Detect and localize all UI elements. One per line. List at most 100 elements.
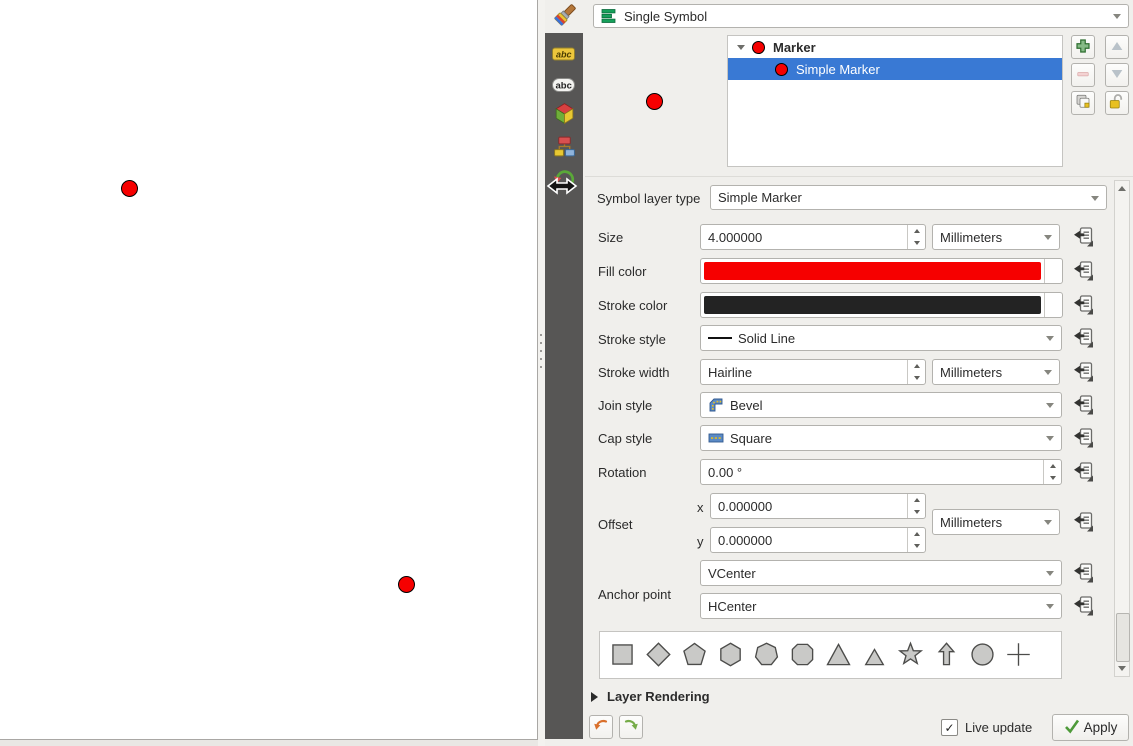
anchor-horizontal-override-button[interactable] [1071, 594, 1095, 618]
mouse-cursor-resize-horizontal [546, 175, 578, 200]
add-symbol-layer-button[interactable] [1071, 35, 1095, 59]
spinner-buttons[interactable] [1043, 460, 1061, 484]
stroke-width-input[interactable]: Hairline [700, 359, 926, 385]
size-input[interactable]: 4.000000 [700, 224, 926, 250]
marker-shape-cross-fill[interactable] [856, 673, 892, 679]
duplicate-layer-button[interactable] [1071, 91, 1095, 115]
tab-3d-view[interactable] [551, 102, 577, 128]
layer-rendering-toggle[interactable]: Layer Rendering [591, 689, 710, 704]
fill-color-override-button[interactable] [1071, 259, 1095, 283]
marker-shape-heptagon[interactable] [748, 636, 784, 673]
marker-shape-star[interactable] [892, 636, 928, 673]
cap-style-dropdown[interactable]: Square [700, 425, 1062, 451]
stroke-width-override-button[interactable] [1071, 360, 1095, 384]
spinner-buttons[interactable] [907, 528, 925, 552]
qgis-window: abc abc [0, 0, 1133, 746]
apply-button[interactable]: Apply [1052, 714, 1129, 741]
join-style-dropdown[interactable]: Bevel [700, 392, 1062, 418]
cap-style-value: Square [730, 431, 772, 446]
stroke-color-dropdown[interactable] [1044, 293, 1062, 317]
move-down-button[interactable] [1105, 63, 1129, 87]
offset-unit-dropdown[interactable]: Millimeters [932, 509, 1060, 535]
stroke-style-dropdown[interactable]: Solid Line [700, 325, 1062, 351]
marker-shape-semi-circle[interactable] [748, 673, 784, 679]
layer-styling-panel: abc abc [545, 0, 1133, 746]
scroll-up-icon[interactable] [1115, 182, 1129, 195]
marker-shape-arrow-up[interactable] [928, 636, 964, 673]
join-style-override-button[interactable] [1071, 393, 1095, 417]
panel-splitter[interactable] [538, 0, 545, 746]
size-unit-dropdown[interactable]: Millimeters [932, 224, 1060, 250]
anchor-vertical-dropdown[interactable]: VCenter [700, 560, 1062, 586]
marker-shape-right-half-triangle[interactable] [676, 673, 712, 679]
marker-shape-circle[interactable] [964, 636, 1000, 673]
marker-shape-equilateral-triangle[interactable] [856, 636, 892, 673]
spinner-buttons[interactable] [907, 225, 925, 249]
anchor-horizontal-dropdown[interactable]: HCenter [700, 593, 1062, 619]
marker-shape-octagon[interactable] [784, 636, 820, 673]
arrow-down-icon [1109, 66, 1125, 85]
remove-symbol-layer-button[interactable] [1071, 63, 1095, 87]
fill-color-label: Fill color [598, 264, 646, 279]
scrollbar-thumb[interactable] [1116, 613, 1130, 662]
marker-shape-shield[interactable] [928, 673, 964, 679]
undo-button[interactable] [589, 715, 613, 739]
marker-shape-square[interactable] [604, 636, 640, 673]
redo-button[interactable] [619, 715, 643, 739]
marker-shape-quarter-circle[interactable] [820, 673, 856, 679]
anchor-vertical-value: VCenter [708, 566, 756, 581]
tree-child-label: Simple Marker [796, 62, 880, 77]
fill-color-dropdown[interactable] [1044, 259, 1062, 283]
scroll-down-icon[interactable] [1115, 662, 1129, 675]
marker-shape-triangle[interactable] [820, 636, 856, 673]
marker-shape-diagonal-half-square[interactable] [640, 673, 676, 679]
tab-labels[interactable]: abc [551, 42, 577, 68]
chevron-down-icon [1046, 336, 1054, 341]
marker-shape-quarter-square[interactable] [1000, 673, 1036, 679]
offset-x-input[interactable]: 0.000000 [710, 493, 926, 519]
collapsed-arrow-icon [591, 692, 598, 702]
lock-color-button[interactable] [1105, 91, 1129, 115]
symbol-layer-tree: Marker Simple Marker [727, 35, 1063, 167]
marker-shape-left-half-triangle[interactable] [712, 673, 748, 679]
tree-row-marker[interactable]: Marker [728, 36, 1062, 58]
stroke-style-label: Stroke style [598, 332, 666, 347]
tab-callouts[interactable]: abc [551, 73, 577, 99]
marker-shape-arrowhead[interactable] [892, 673, 928, 679]
stroke-width-unit-dropdown[interactable]: Millimeters [932, 359, 1060, 385]
size-override-button[interactable] [1071, 225, 1095, 249]
map-canvas[interactable] [0, 0, 538, 740]
labels-icon: abc [551, 45, 577, 66]
rotation-input[interactable]: 0.00 ° [700, 459, 1062, 485]
stroke-color-override-button[interactable] [1071, 293, 1095, 317]
offset-y-input[interactable]: 0.000000 [710, 527, 926, 553]
tree-row-simple-marker[interactable]: Simple Marker [728, 58, 1062, 80]
cap-style-override-button[interactable] [1071, 426, 1095, 450]
tab-symbology[interactable] [549, 1, 581, 32]
live-update-checkbox[interactable]: ✓ [941, 719, 958, 736]
tab-diagrams[interactable] [551, 135, 577, 161]
tree-expand-icon[interactable] [737, 45, 745, 50]
chevron-down-icon [1046, 436, 1054, 441]
offset-x-label: x [697, 500, 704, 515]
marker-shape-diamond[interactable] [640, 636, 676, 673]
marker-shape-hexagon[interactable] [712, 636, 748, 673]
spinner-buttons[interactable] [907, 360, 925, 384]
marker-shape-pentagon[interactable] [676, 636, 712, 673]
stroke-color-button[interactable] [700, 292, 1063, 318]
fill-color-button[interactable] [700, 258, 1063, 284]
offset-override-button[interactable] [1071, 510, 1095, 534]
stroke-style-override-button[interactable] [1071, 326, 1095, 350]
rotation-value: 0.00 ° [708, 465, 742, 480]
marker-shape-cross[interactable] [1000, 636, 1036, 673]
rotation-override-button[interactable] [1071, 460, 1095, 484]
marker-shape-third-circle[interactable] [784, 673, 820, 679]
symbology-mode-dropdown[interactable]: Single Symbol [593, 4, 1129, 28]
move-up-button[interactable] [1105, 35, 1129, 59]
marker-shape-half-square[interactable] [604, 673, 640, 679]
panel-scrollbar[interactable] [1114, 180, 1130, 677]
spinner-buttons[interactable] [907, 494, 925, 518]
symbol-layer-type-dropdown[interactable]: Simple Marker [710, 185, 1107, 210]
anchor-vertical-override-button[interactable] [1071, 561, 1095, 585]
marker-shape-vertical-line[interactable] [964, 673, 1000, 679]
